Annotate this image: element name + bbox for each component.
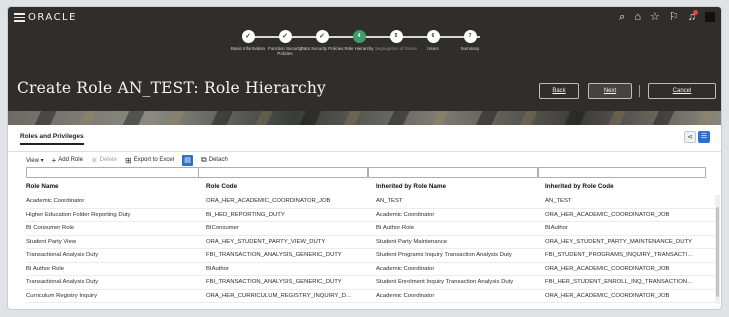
hierarchy-view-icon[interactable]: ⋖ — [684, 131, 696, 143]
step-check-icon: ✓ — [278, 30, 292, 43]
scrollbar-thumb[interactable] — [716, 207, 719, 297]
export-to-excel-button[interactable]: ⊞ Export to Excel — [125, 156, 174, 165]
table-row[interactable]: BI Consumer Role BIConsumer BI Author Ro… — [26, 222, 716, 236]
column-header-role-code[interactable]: Role Code — [206, 183, 237, 190]
table-row[interactable]: Student Party View ORA_HEY_STUDENT_PARTY… — [26, 236, 716, 249]
table-row[interactable]: Curriculum Registry Inquiry ORA_HER_CURR… — [26, 290, 716, 303]
user-avatar[interactable] — [705, 12, 715, 22]
banner-pattern — [8, 111, 721, 125]
table-row[interactable]: Transactional Analysis Duty FBI_TRANSACT… — [26, 276, 716, 290]
process-train: ✓ Basic Information ✓ Function Security … — [226, 30, 516, 74]
global-icons: ⌕ ⌂ ☆ ⚐ ♫ — [619, 10, 715, 23]
button-separator — [639, 85, 640, 97]
tab-roles-and-privileges[interactable]: Roles and Privileges — [20, 133, 84, 145]
delete-button[interactable]: ✕ Delete — [91, 156, 117, 165]
step-check-icon: ✓ — [241, 30, 255, 43]
list-view-icon[interactable]: ☰ — [698, 131, 710, 143]
cancel-button[interactable]: Cancel — [648, 83, 716, 99]
table-body: Academic Coordinator ORA_HER_ACADEMIC_CO… — [26, 195, 716, 303]
detach-icon: ⧉ — [201, 155, 207, 164]
table-row[interactable]: Transactional Analysis Duty FBI_TRANSACT… — [26, 249, 716, 263]
menu-icon[interactable] — [14, 13, 25, 22]
column-header-inherited-role-code[interactable]: Inherited by Role Code — [545, 183, 614, 190]
table-toolbar: View ▾ + Add Role ✕ Delete ⊞ Export to E… — [26, 153, 228, 167]
column-header-role-name[interactable]: Role Name — [26, 183, 59, 190]
detach-button[interactable]: ⧉ Detach — [201, 155, 228, 165]
step-number: 5 — [389, 30, 403, 43]
step-number: 6 — [426, 30, 440, 43]
step-check-icon: ✓ — [315, 30, 329, 43]
home-icon[interactable]: ⌂ — [634, 11, 641, 23]
filter-inherited-role-code[interactable] — [538, 167, 706, 178]
divider — [8, 151, 721, 152]
filter-inherited-role-name[interactable] — [368, 167, 538, 178]
oracle-logo: ORACLE — [28, 12, 77, 23]
train-step-summary[interactable]: 7 Summary — [448, 30, 492, 51]
bell-icon[interactable]: ♫ — [688, 10, 699, 23]
next-button[interactable]: Next — [588, 83, 632, 99]
table-row[interactable]: Academic Coordinator ORA_HER_ACADEMIC_CO… — [26, 195, 716, 209]
filter-role-code[interactable] — [198, 167, 368, 178]
page-header: ORACLE ⌕ ⌂ ☆ ⚐ ♫ ✓ Basic Information ✓ F… — [8, 7, 721, 125]
column-header-inherited-role-name[interactable]: Inherited by Role Name — [376, 183, 446, 190]
search-icon[interactable]: ⌕ — [619, 11, 625, 23]
x-icon: ✕ — [90, 155, 98, 165]
filter-role-name[interactable] — [26, 167, 201, 178]
flag-icon[interactable]: ⚐ — [669, 11, 679, 23]
page-title: Create Role AN_TEST: Role Hierarchy — [17, 79, 326, 97]
export-icon: ⊞ — [124, 155, 132, 165]
table-header: Role Name Role Code Inherited by Role Na… — [26, 183, 716, 195]
app-window: ORACLE ⌕ ⌂ ☆ ⚐ ♫ ✓ Basic Information ✓ F… — [7, 6, 722, 310]
plus-icon: + — [51, 155, 57, 165]
table-row[interactable]: BI Author Role BIAuthor Academic Coordin… — [26, 263, 716, 276]
tab-bar: Roles and Privileges — [20, 133, 84, 149]
freeze-icon[interactable]: ▤ — [182, 154, 194, 166]
add-role-button[interactable]: + Add Role — [52, 156, 83, 165]
step-number: 7 — [463, 30, 477, 43]
step-number: 4 — [352, 30, 366, 43]
view-menu[interactable]: View ▾ — [26, 157, 44, 164]
back-button[interactable]: Back — [539, 83, 579, 99]
star-icon[interactable]: ☆ — [650, 11, 660, 23]
table-row[interactable]: Higher Education Folder Reporting Duty B… — [26, 209, 716, 222]
